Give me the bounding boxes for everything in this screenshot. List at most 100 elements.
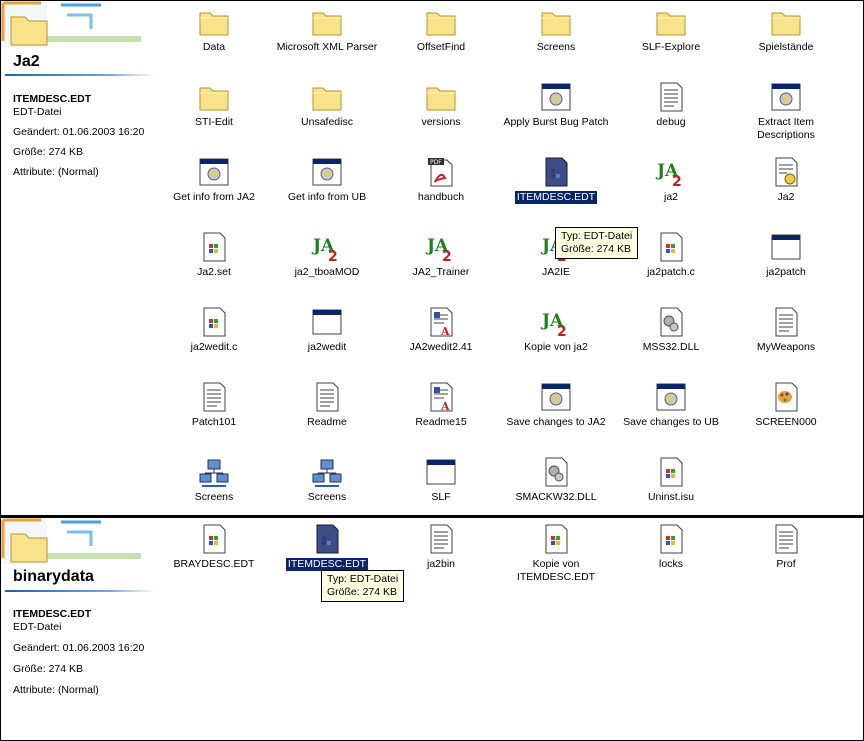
file-item-uninst-isu[interactable]: Uninst.isu: [613, 456, 729, 504]
window-app-icon: [425, 456, 457, 488]
file-item-label: STI-Edit: [195, 116, 233, 128]
file-item-label: ja2bin: [426, 558, 456, 570]
file-item-label: ja2_tboaMOD: [294, 266, 360, 278]
folder-icon: [198, 81, 230, 113]
file-item-ja2-set[interactable]: Ja2.set: [156, 231, 272, 279]
file-item-ja2-trainer[interactable]: JA 2 JA2_Trainer: [383, 231, 499, 279]
file-item-handbuch[interactable]: PDF handbuch: [383, 156, 499, 204]
file-item-label: JA2_Trainer: [412, 266, 470, 278]
folder-icon: [311, 6, 343, 38]
file-tooltip: Typ: EDT-Datei Größe: 274 KB: [321, 570, 405, 602]
file-item-braydesc-edt[interactable]: BRAYDESC.EDT: [156, 523, 272, 571]
file-item-itemdesc-edt[interactable]: ITEMDESC.EDT: [269, 523, 385, 572]
file-item-label: MyWeapons: [756, 341, 816, 353]
file-item-label: Readme15: [415, 416, 467, 428]
file-item-kopie-von-itemdesc-edt[interactable]: Kopie von ITEMDESC.EDT: [498, 523, 614, 584]
file-item-ja2[interactable]: Ja2: [728, 156, 844, 204]
file-item-debug[interactable]: debug: [613, 81, 729, 129]
folder-icon: [198, 6, 230, 38]
file-item-label: debug: [656, 116, 686, 128]
file-item-spielst-nde[interactable]: Spielstände: [728, 6, 844, 54]
file-item-prof[interactable]: Prof: [728, 523, 844, 571]
file-item-locks[interactable]: locks: [613, 523, 729, 571]
network-icon: [198, 456, 230, 488]
details-size: Größe: 274 KB: [13, 146, 84, 158]
file-item-save-changes-to-ja2[interactable]: Save changes to JA2: [498, 381, 614, 429]
details-attributes: Attribute: (Normal): [13, 166, 99, 178]
folder-header-art: [1, 1, 141, 47]
file-item-ja2-tboamod[interactable]: JA 2 ja2_tboaMOD: [269, 231, 385, 279]
batch-icon: [311, 156, 343, 188]
file-item-slf[interactable]: SLF: [383, 456, 499, 504]
file-item-ja2wedit2-41[interactable]: A JA2wedit2.41: [383, 306, 499, 354]
file-item-kopie-von-ja2[interactable]: JA 2 Kopie von ja2: [498, 306, 614, 354]
ja2-app-icon: JA2: [655, 156, 687, 188]
text-doc-icon: [770, 306, 802, 338]
details-attributes: Attribute: (Normal): [13, 684, 99, 696]
text-doc-icon: [425, 523, 457, 555]
file-item-get-info-from-ub[interactable]: Get info from UB: [269, 156, 385, 204]
file-item-label: Extract Item Descriptions: [757, 116, 815, 141]
file-item-sti-edit[interactable]: STI-Edit: [156, 81, 272, 129]
file-item-slf-explore[interactable]: SLF-Explore: [613, 6, 729, 54]
paint-icon: [770, 381, 802, 413]
folder-title: binarydata: [13, 568, 94, 585]
file-item-readme[interactable]: Readme: [269, 381, 385, 429]
file-item-apply-burst-bug-patch[interactable]: Apply Burst Bug Patch: [498, 81, 614, 129]
file-item-label: ja2patch: [766, 266, 806, 278]
file-item-myweapons[interactable]: MyWeapons: [728, 306, 844, 354]
file-item-screen000[interactable]: SCREEN000: [728, 381, 844, 429]
text-doc-icon: [311, 381, 343, 413]
file-tooltip: Typ: EDT-Datei Größe: 274 KB: [555, 227, 639, 259]
dll-icon: [540, 456, 572, 488]
svg-text:PDF: PDF: [430, 159, 442, 166]
file-item-mss32-dll[interactable]: MSS32.DLL: [613, 306, 729, 354]
file-item-ja2[interactable]: JA 2 ja2: [613, 156, 729, 204]
text-doc-icon: [655, 81, 687, 113]
file-item-smackw32-dll[interactable]: SMACKW32.DLL: [498, 456, 614, 504]
file-item-label: JA2IE: [541, 266, 570, 278]
batch-icon: [770, 81, 802, 113]
file-item-label: Save changes to UB: [623, 416, 719, 428]
file-item-itemdesc-edt[interactable]: ITEMDESC.EDT: [498, 156, 614, 205]
file-item-microsoft-xml-parser[interactable]: Microsoft XML Parser: [269, 6, 385, 54]
details-modified: Geändert: 01.06.2003 16:20: [13, 642, 145, 654]
file-item-label: BRAYDESC.EDT: [173, 558, 255, 570]
file-item-label: ja2patch.c: [647, 266, 695, 278]
file-item-versions[interactable]: versions: [383, 81, 499, 129]
folder-icon: [540, 6, 572, 38]
windows-file-icon: [198, 231, 230, 263]
details-filename: ITEMDESC.EDT: [13, 93, 92, 105]
file-item-save-changes-to-ub[interactable]: Save changes to UB: [613, 381, 729, 429]
file-item-label: Uninst.isu: [647, 491, 695, 503]
windows-file-icon: [655, 456, 687, 488]
batch-icon: [540, 81, 572, 113]
folder-icon: [425, 81, 457, 113]
file-item-ja2bin[interactable]: ja2bin: [383, 523, 499, 571]
folder-icon: [770, 6, 802, 38]
file-item-label: Kopie von ja2: [524, 341, 588, 353]
file-item-ja2patch[interactable]: ja2patch: [728, 231, 844, 279]
file-item-screens[interactable]: Screens: [269, 456, 385, 504]
file-item-offsetfind[interactable]: OffsetFind: [383, 6, 499, 54]
file-item-extract-item-descriptions[interactable]: Extract Item Descriptions: [728, 81, 844, 142]
file-item-label: Kopie von ITEMDESC.EDT: [516, 558, 596, 583]
file-item-label: Unsafedisc: [301, 116, 353, 128]
file-item-get-info-from-ja2[interactable]: Get info from JA2: [156, 156, 272, 204]
tooltip-type: Typ: EDT-Datei: [327, 573, 399, 585]
file-item-label: SCREEN000: [755, 416, 817, 428]
file-item-label: SLF-Explore: [641, 41, 701, 53]
file-item-screens[interactable]: Screens: [498, 6, 614, 54]
file-item-ja2wedit[interactable]: ja2wedit: [269, 306, 385, 354]
folder-header-art: [1, 518, 141, 564]
file-item-readme15[interactable]: A Readme15: [383, 381, 499, 429]
file-item-screens[interactable]: Screens: [156, 456, 272, 504]
file-item-label: ja2: [663, 191, 678, 203]
network-icon: [311, 456, 343, 488]
file-item-label: Apply Burst Bug Patch: [503, 116, 609, 128]
file-item-ja2wedit-c[interactable]: ja2wedit.c: [156, 306, 272, 354]
details-sidebar: Ja2 ITEMDESC.EDT EDT-Datei Geändert: 01.…: [1, 1, 159, 515]
file-item-data[interactable]: Data: [156, 6, 272, 54]
file-item-patch101[interactable]: Patch101: [156, 381, 272, 429]
file-item-unsafedisc[interactable]: Unsafedisc: [269, 81, 385, 129]
